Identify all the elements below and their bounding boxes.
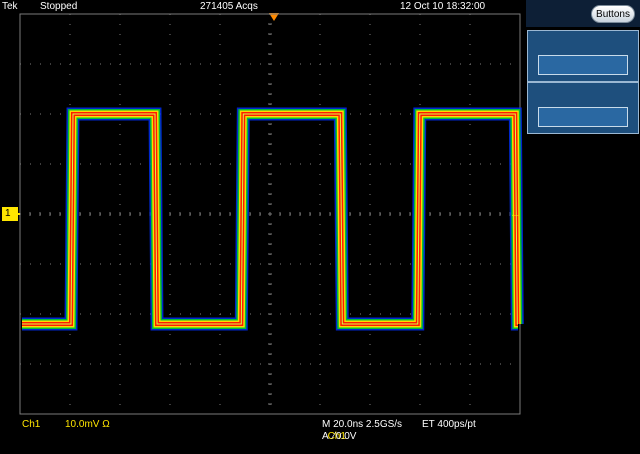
channel-1-marker-label: 1 [5, 208, 11, 219]
graticule [19, 13, 524, 415]
channel-1-scale[interactable]: 10.0mV Ω [65, 419, 110, 431]
trigger-slope-icon: ⁄ [333, 431, 335, 442]
equivalent-time-readout: ET 400ps/pt [422, 419, 476, 430]
buttons-button[interactable]: Buttons [591, 5, 635, 23]
menu-box-1[interactable] [527, 30, 639, 82]
waveform-edge [22, 109, 523, 329]
trigger-level: 0.0V [335, 431, 357, 442]
menu-field-1[interactable] [538, 55, 628, 75]
trigger-level-arrow-icon[interactable]: ← [510, 209, 521, 220]
side-panel: Buttons [526, 0, 640, 454]
channel-1-label[interactable]: Ch1 [22, 419, 40, 431]
horizontal-readout[interactable]: M 20.0ns 2.5GS/s [322, 419, 402, 431]
waveform-outer [22, 107, 524, 331]
readout-bar: Ch1 10.0mV Ω M 20.0ns 2.5GS/s ET 400ps/p… [0, 418, 526, 454]
menu-field-2[interactable] [538, 107, 628, 127]
waveform-core [22, 112, 520, 326]
menu-box-2[interactable] [527, 82, 639, 134]
trigger-readout[interactable]: A Ch1 ⁄ 0.0V [322, 431, 356, 443]
channel-1-marker[interactable]: 1 [2, 207, 20, 221]
waveform-mid [22, 110, 521, 328]
waveform-edges [22, 113, 518, 325]
